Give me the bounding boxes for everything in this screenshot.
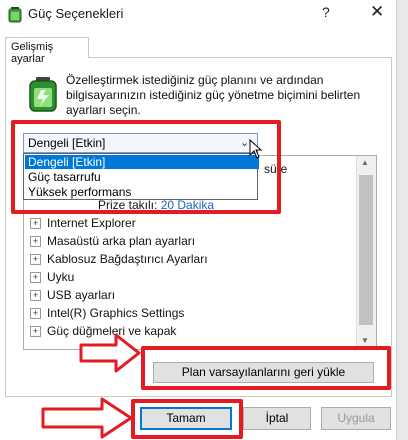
mouse-cursor-icon <box>249 139 263 159</box>
annotation-box-restore <box>141 346 391 390</box>
tree-item[interactable]: + Intel(R) Graphics Settings <box>30 306 184 323</box>
expand-icon[interactable]: + <box>30 308 41 319</box>
battery-icon <box>8 7 22 23</box>
description-text: Özelleştirmek istediğiniz güç planını ve… <box>66 73 361 117</box>
expand-icon[interactable]: + <box>30 218 41 229</box>
annotation-box-ok <box>131 399 243 439</box>
tree-item[interactable]: + Internet Explorer <box>30 216 136 233</box>
expand-icon[interactable]: + <box>30 254 41 265</box>
tree-item[interactable]: + USB ayarları <box>30 288 115 305</box>
arrow-right-icon <box>79 333 141 373</box>
expand-icon[interactable]: + <box>30 272 41 283</box>
close-button[interactable]: ✕ <box>370 2 384 22</box>
apply-button[interactable]: Uygula <box>321 407 391 430</box>
expand-icon[interactable]: + <box>30 326 41 337</box>
expand-icon[interactable]: + <box>30 236 41 247</box>
battery-icon <box>29 77 57 112</box>
scroll-down-icon[interactable]: ▼ <box>361 336 369 345</box>
arrow-right-icon <box>41 397 133 439</box>
background-desktop-strip <box>396 0 408 440</box>
tab-advanced-settings[interactable]: Gelişmiş ayarlar <box>5 37 89 65</box>
cancel-button[interactable]: İptal <box>243 407 311 430</box>
tree-item[interactable]: + Uyku <box>30 270 74 287</box>
tree-item[interactable]: + Masaüstü arka plan ayarları <box>30 234 195 251</box>
annotation-box-plan <box>11 120 281 214</box>
scroll-up-icon[interactable]: ▲ <box>361 158 369 167</box>
window-title: Güç Seçenekleri <box>28 6 124 21</box>
scrollbar-thumb[interactable] <box>359 175 373 325</box>
expand-icon[interactable]: + <box>30 290 41 301</box>
help-button[interactable]: ? <box>322 4 330 20</box>
tree-item[interactable]: + Kablosuz Bağdaştırıcı Ayarları <box>30 252 208 269</box>
